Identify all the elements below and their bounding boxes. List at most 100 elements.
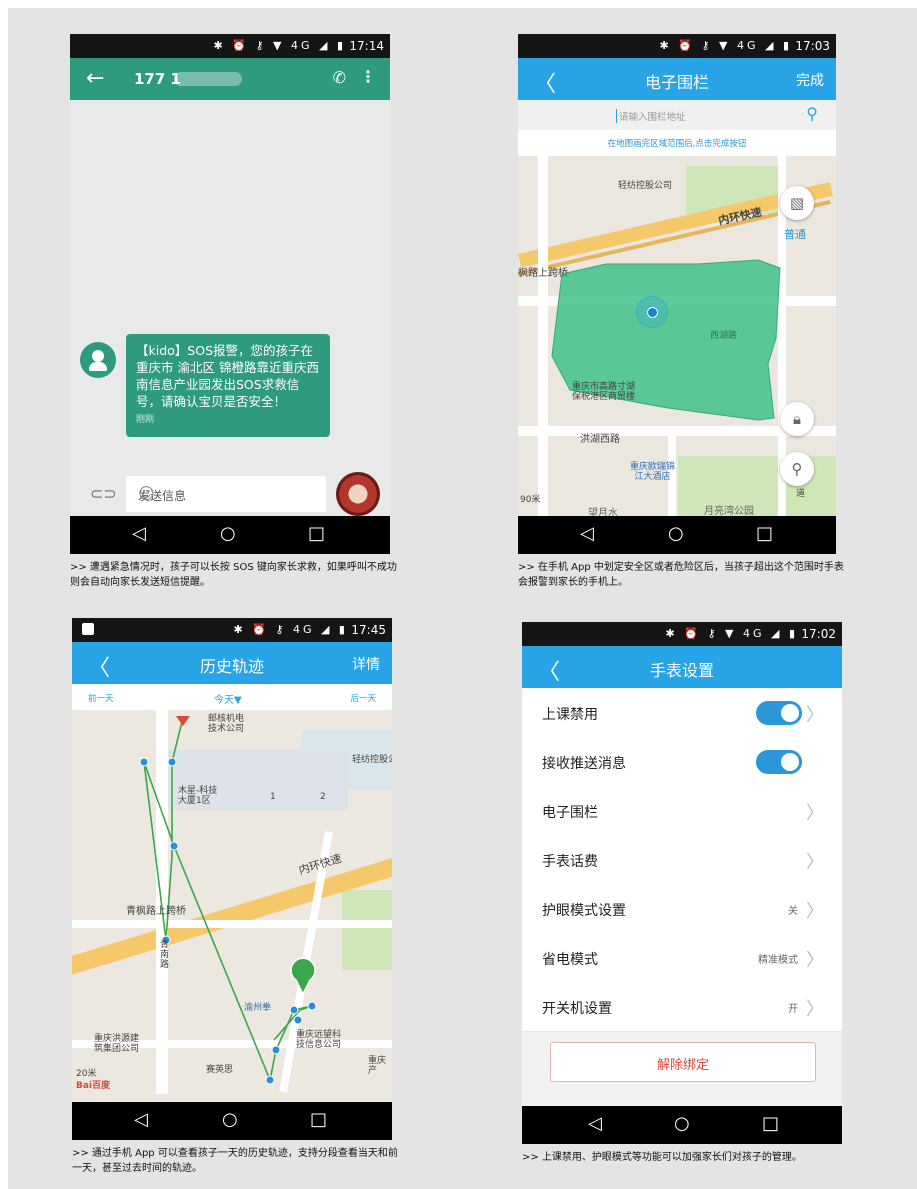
settings-row-label: 省电模式 [542, 952, 598, 968]
done-button[interactable]: 完成 [796, 70, 824, 90]
history-toolbar: 〈 历史轨迹 详情 [72, 642, 392, 684]
settings-row[interactable]: 护眼模式设置 关〉 [522, 884, 842, 934]
map-label: 木星-科技 大厦1区 [178, 786, 218, 806]
status-icons: ✱ ⏰ ⚷ 4G ◢ ▮ [233, 623, 348, 636]
toggle-switch[interactable] [756, 750, 802, 774]
nav-home-icon[interactable]: ○ [220, 524, 236, 544]
page-title: 手表设置 [649, 661, 714, 680]
status-bar: ✱ ⏰ ⚷ ▼ 4G ◢ ▮ 17:14 [70, 34, 390, 58]
status-bar: ✱ ⏰ ⚷ ▼ 4G ◢ ▮ 17:02 [522, 622, 842, 646]
details-button[interactable]: 详情 [352, 654, 380, 674]
sms-toolbar: ← 177 1 ✆ ⋮ [70, 58, 390, 100]
hint-bar: 在地图画完区域范围后,点击完成按钮 [518, 130, 836, 156]
unbind-label: 解除绑定 [656, 1058, 709, 1073]
map-label: 月亮湾公园 [704, 506, 754, 516]
settings-row-label: 接收推送消息 [542, 756, 626, 772]
caption-history: >> 通过手机 App 可以查看孩子一天的历史轨迹，支持分段查看当天和前一天，甚… [72, 1148, 398, 1174]
next-day-button[interactable]: 后一天 [350, 692, 376, 704]
emoji-icon[interactable]: ☺ [138, 484, 316, 503]
android-navbar: ◁ ○ □ [72, 1102, 392, 1140]
baidu-logo: Bai百度 [76, 1081, 111, 1091]
toggle-switch[interactable] [756, 701, 802, 725]
geofence-toolbar: 〈 电子围栏 完成 [518, 58, 836, 100]
unbind-button[interactable]: 解除绑定 [550, 1042, 816, 1082]
chevron-right-icon: 〉 [806, 852, 824, 873]
more-vert-icon[interactable]: ⋮ [360, 67, 376, 86]
chevron-right-icon: 〉 [806, 803, 824, 824]
attach-icon[interactable]: ⊂⊃ [90, 484, 117, 503]
chevron-right-icon: 〉 [806, 950, 824, 971]
sms-phone: ✱ ⏰ ⚷ ▼ 4G ◢ ▮ 17:14 ← 177 1 ✆ ⋮ 【kido】S… [70, 34, 390, 554]
settings-phone: ✱ ⏰ ⚷ ▼ 4G ◢ ▮ 17:02 〈 手表设置 上课禁用〉接收推送消息电… [522, 622, 842, 1144]
nav-recents-icon[interactable]: □ [762, 1114, 779, 1134]
map-label: 2 [320, 792, 326, 802]
settings-toolbar: 〈 手表设置 [522, 646, 842, 688]
map-label: 重庆市高路寸湖 保税港区商贸楼 [572, 382, 636, 402]
map-label: 重庆 产 [368, 1056, 387, 1076]
nav-back-icon[interactable]: ◁ [134, 1110, 148, 1130]
settings-row[interactable]: 手表话费 〉 [522, 835, 842, 885]
phone-icon[interactable]: ✆ [333, 68, 346, 87]
status-time: 17:14 [349, 39, 384, 53]
settings-row-label: 手表话费 [542, 854, 598, 870]
nav-back-icon[interactable]: ◁ [132, 524, 146, 544]
page-title: 历史轨迹 [199, 657, 264, 676]
settings-row[interactable]: 上课禁用 〉 [522, 688, 842, 738]
history-phone: ✱ ⏰ ⚷ 4G ◢ ▮ 17:45 〈 历史轨迹 详情 前一天 今天▼ 后一天 [72, 618, 392, 1140]
status-bar: ✱ ⏰ ⚷ 4G ◢ ▮ 17:45 [72, 618, 392, 642]
settings-row-label: 电子围栏 [542, 805, 598, 821]
today-dropdown[interactable]: 今天▼ [214, 691, 242, 706]
compose-bar: ⊂⊃ 发送信息 ☺ [70, 472, 390, 516]
nav-recents-icon[interactable]: □ [310, 1110, 327, 1130]
page-title: 电子围栏 [644, 73, 709, 92]
status-icons: ✱ ⏰ ⚷ ▼ 4G ◢ ▮ [213, 39, 346, 52]
map-label: 轻纺控股公 [352, 755, 392, 765]
search-bar: 请输入围栏地址 ⚲ [518, 100, 836, 130]
sticker-thumbnail[interactable] [336, 472, 380, 516]
layers-icon[interactable]: ▧ [780, 186, 814, 220]
sms-message-text: 【kido】SOS报警，您的孩子在 重庆市 渝北区 锦橙路靠近重庆西南信息产业园… [136, 343, 319, 409]
status-time: 17:02 [801, 627, 836, 641]
conversation-area: 【kido】SOS报警，您的孩子在 重庆市 渝北区 锦橙路靠近重庆西南信息产业园… [70, 100, 390, 472]
map-label: 渝州拳 [244, 1003, 272, 1013]
settings-row[interactable]: 省电模式 精准模式〉 [522, 933, 842, 983]
settings-row[interactable]: 电子围栏 〉 [522, 786, 842, 836]
caption-settings: >> 上课禁用、护眼模式等功能可以加强家长们对孩子的管理。 [522, 1152, 802, 1163]
status-icons: ✱ ⏰ ⚷ ▼ 4G ◢ ▮ [659, 39, 792, 52]
settings-row-label: 上课禁用 [542, 707, 598, 723]
geofence-map[interactable]: 轻纺控股公司 内环快速 普通 枫路上跨桥 西湖路 重庆市高路寸湖 保税港区商贸楼… [518, 156, 836, 516]
settings-row[interactable]: 接收推送消息 [522, 737, 842, 787]
chevron-right-icon: 〉 [806, 705, 824, 726]
map-label: 青枫路上跨桥 [126, 906, 186, 917]
settings-row-value: 开 [788, 1004, 798, 1015]
map-label: 1 [270, 792, 276, 802]
nav-recents-icon[interactable]: □ [308, 524, 325, 544]
search-icon[interactable]: ⚲ [806, 104, 818, 123]
status-time: 17:03 [795, 39, 830, 53]
nav-home-icon[interactable]: ○ [668, 524, 684, 544]
map-label: 西湖路 [710, 331, 738, 341]
map-label: 普通 [784, 228, 806, 241]
history-map[interactable]: 邮核机电 技术公司 轻纺控股公 木星-科技 大厦1区 1 2 内环快速 青枫路上… [72, 710, 392, 1102]
settings-row-label: 护眼模式设置 [542, 903, 626, 919]
nav-home-icon[interactable]: ○ [674, 1114, 690, 1134]
compose-input[interactable]: 发送信息 ☺ [126, 476, 326, 512]
fence-search-input[interactable]: 请输入围栏地址 [616, 109, 686, 123]
settings-row-label: 开关机设置 [542, 1001, 612, 1017]
lock-icon[interactable]: 🔒︎ [780, 402, 814, 436]
number-blur [174, 72, 242, 86]
current-location-marker [636, 296, 668, 328]
nav-home-icon[interactable]: ○ [222, 1110, 238, 1130]
sms-message-bubble[interactable]: 【kido】SOS报警，您的孩子在 重庆市 渝北区 锦橙路靠近重庆西南信息产业园… [126, 334, 330, 437]
nav-recents-icon[interactable]: □ [756, 524, 773, 544]
prev-day-button[interactable]: 前一天 [88, 692, 114, 704]
map-label: 重庆远望科 技信息公司 [296, 1030, 342, 1050]
settings-row[interactable]: 开关机设置 开〉 [522, 982, 842, 1032]
location-pin-icon[interactable]: ⚲ [780, 452, 814, 486]
map-label: 道 [796, 489, 806, 499]
nav-back-icon[interactable]: ◁ [588, 1114, 602, 1134]
status-time: 17:45 [351, 623, 386, 637]
nav-back-icon[interactable]: ◁ [580, 524, 594, 544]
back-arrow-icon[interactable]: ← [86, 66, 104, 91]
map-label: 枫路上跨桥 [518, 268, 568, 279]
